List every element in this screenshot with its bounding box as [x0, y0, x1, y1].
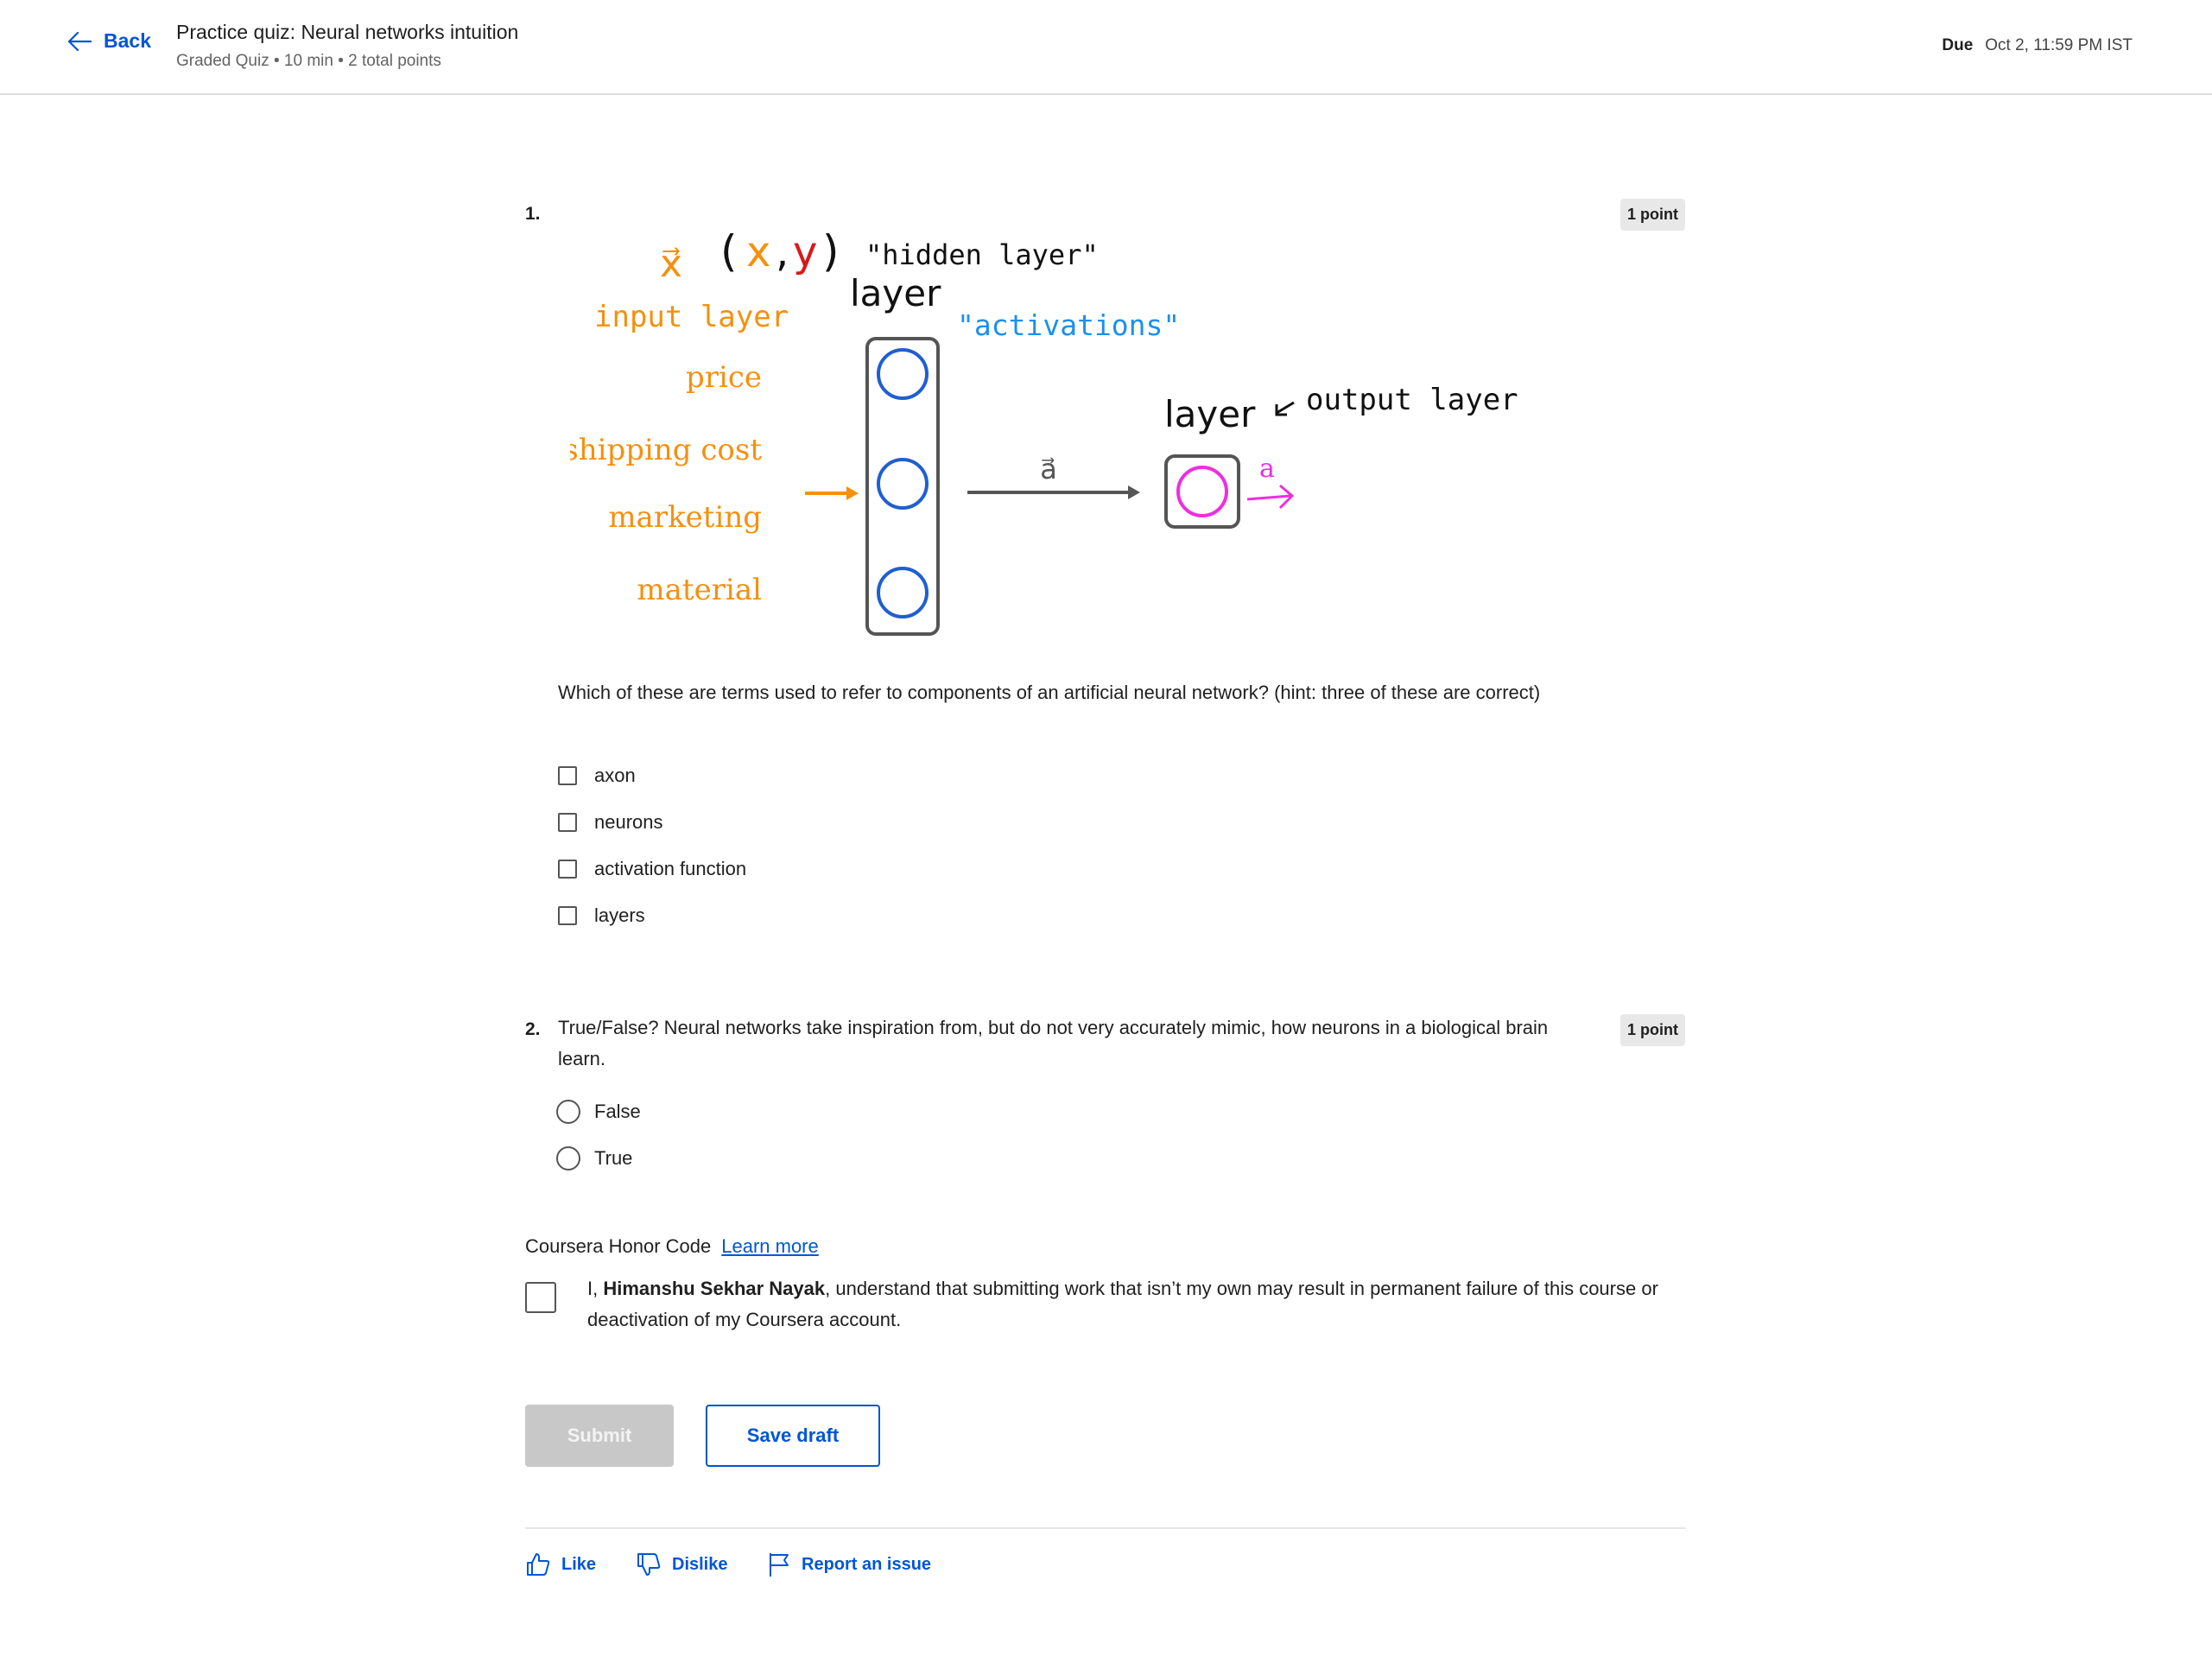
x-vector-label: x⃗ — [660, 242, 682, 286]
checkbox[interactable] — [558, 860, 577, 879]
learn-more-link[interactable]: Learn more — [721, 1235, 819, 1257]
submit-button[interactable]: Submit — [525, 1405, 674, 1467]
question-number: 2. — [525, 1019, 541, 1039]
back-label: Back — [104, 29, 151, 52]
radio-button[interactable] — [556, 1146, 580, 1171]
honor-code-heading: Coursera Honor Code Learn more — [525, 1235, 819, 1258]
like-button[interactable]: Like — [525, 1551, 596, 1577]
honor-code-statement: I, Himanshu Sekhar Nayak, understand tha… — [587, 1273, 1684, 1336]
question-number: 1. — [525, 204, 541, 224]
neural-network-figure: x⃗ ( x , y ) "hidden layer" layer input … — [570, 226, 1518, 636]
checkbox[interactable] — [558, 813, 577, 832]
paren-open: ( — [720, 226, 738, 276]
hidden-layer-title: layer — [850, 272, 941, 314]
dislike-label: Dislike — [672, 1554, 728, 1574]
thumbs-up-icon — [527, 1553, 550, 1576]
quiz-meta: Graded Quiz • 10 min • 2 total points — [176, 52, 441, 70]
option-true[interactable]: True — [556, 1146, 632, 1171]
checkbox[interactable] — [558, 906, 577, 925]
output-layer-title: layer — [1164, 393, 1256, 435]
back-button[interactable]: Back — [67, 29, 151, 53]
option-label: False — [594, 1101, 641, 1122]
option-label: neurons — [594, 811, 663, 833]
report-issue-label: Report an issue — [802, 1554, 932, 1574]
option-false[interactable]: False — [556, 1100, 641, 1124]
feature-label: shipping cost — [570, 433, 762, 467]
report-issue-button[interactable]: Report an issue — [767, 1551, 931, 1577]
output-a-label: a — [1259, 454, 1275, 484]
like-label: Like — [561, 1554, 597, 1574]
quiz-header: Back Practice quiz: Neural networks intu… — [0, 0, 2212, 95]
save-draft-button[interactable]: Save draft — [706, 1405, 880, 1467]
arrow-left-icon — [67, 31, 92, 51]
input-layer-label: input layer — [594, 300, 789, 334]
comma: , — [776, 228, 789, 276]
option-axon[interactable]: axon — [558, 765, 636, 787]
points-badge: 1 point — [1620, 1014, 1685, 1046]
feature-label: marketing — [608, 500, 762, 535]
question-text: True/False? Neural networks take inspira… — [558, 1017, 1549, 1069]
option-neurons[interactable]: neurons — [558, 811, 663, 834]
output-neuron — [1176, 466, 1228, 517]
due-label: Due — [1942, 36, 1974, 54]
y-label: y — [793, 228, 817, 276]
input-arrow — [805, 486, 859, 500]
x-label: x — [746, 228, 770, 276]
thumbs-down-icon — [637, 1553, 661, 1576]
paren-close: ) — [822, 226, 840, 276]
page-title: Practice quiz: Neural networks intuition — [176, 21, 519, 43]
output-layer-arrow — [1275, 401, 1295, 416]
dislike-button[interactable]: Dislike — [636, 1551, 727, 1577]
output-layer-label: output layer — [1306, 383, 1518, 417]
points-badge: 1 point — [1620, 199, 1685, 231]
learner-name: Himanshu Sekhar Nayak — [603, 1278, 826, 1299]
question-text: Which of these are terms used to refer t… — [558, 682, 1541, 703]
option-label: axon — [594, 765, 636, 786]
feature-label: price — [686, 360, 762, 395]
option-label: True — [594, 1147, 633, 1169]
option-label: layers — [594, 904, 645, 926]
feature-label: material — [637, 573, 762, 607]
hidden-neuron — [877, 567, 929, 619]
honor-prefix: I, — [587, 1278, 604, 1299]
due-date: Due Oct 2, 11:59 PM IST — [1942, 36, 2133, 55]
option-layers[interactable]: layers — [558, 904, 645, 927]
checkbox[interactable] — [558, 766, 577, 785]
honor-code-checkbox[interactable] — [525, 1282, 556, 1313]
honor-code-title: Coursera Honor Code — [525, 1235, 712, 1257]
radio-button[interactable] — [556, 1100, 580, 1124]
hidden-neuron — [877, 458, 929, 510]
hidden-neuron — [877, 348, 929, 400]
a-vector-label: a⃗ — [1040, 453, 1057, 485]
flag-icon — [770, 1553, 789, 1577]
option-activation-function[interactable]: activation function — [558, 858, 746, 880]
activations-label: "activations" — [957, 308, 1180, 342]
activation-arrow — [967, 485, 1140, 499]
output-arrow — [1246, 484, 1295, 510]
divider — [525, 1527, 1686, 1529]
option-label: activation function — [594, 858, 747, 879]
hidden-layer-label: "hidden layer" — [865, 238, 1099, 271]
due-value: Oct 2, 11:59 PM IST — [1985, 36, 2133, 54]
